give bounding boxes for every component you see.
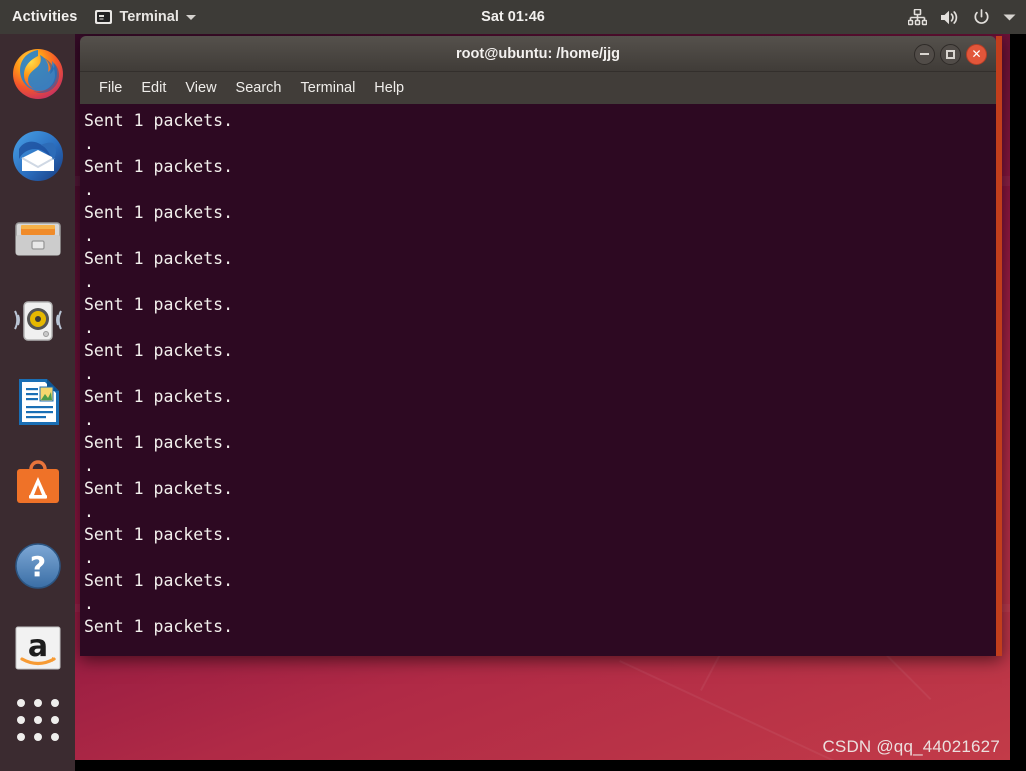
terminal-line: . (84, 364, 94, 383)
minimize-button[interactable] (914, 43, 935, 65)
terminal-line: Sent 1 packets. (84, 341, 234, 360)
chevron-down-icon (185, 14, 196, 20)
terminal-line: . (84, 226, 94, 245)
terminal-line: Sent 1 packets. (84, 571, 234, 590)
grid-dot (50, 716, 59, 724)
terminal-line: Sent 1 packets. (84, 525, 234, 544)
power-icon[interactable] (973, 8, 990, 26)
help-icon: ? (14, 543, 61, 589)
dock-item-libreoffice-writer[interactable] (10, 374, 66, 430)
terminal-line: . (84, 180, 94, 199)
app-indicator-label: Terminal (119, 9, 179, 25)
menu-item-view[interactable]: View (178, 77, 223, 99)
menu-item-terminal[interactable]: Terminal (294, 77, 363, 99)
svg-text:?: ? (29, 550, 45, 583)
terminal-body[interactable]: Sent 1 packets.. Sent 1 packets.. Sent 1 p… (80, 104, 996, 656)
terminal-line: . (84, 594, 94, 613)
terminal-line: Sent 1 packets. (84, 111, 234, 130)
volume-icon[interactable] (940, 9, 960, 26)
ubuntu-software-icon (16, 460, 59, 503)
terminal-line: . (84, 456, 94, 475)
terminal-line: Sent 1 packets. (84, 157, 234, 176)
terminal-titlebar[interactable]: root@ubuntu: /home/jjg ✕ (80, 36, 996, 72)
terminal-line: Sent 1 packets. (84, 617, 234, 636)
close-button[interactable]: ✕ (966, 43, 987, 65)
close-icon: ✕ (971, 47, 982, 61)
dock-item-rhythmbox[interactable] (10, 292, 66, 348)
files-icon (14, 222, 61, 256)
maximize-icon (946, 49, 955, 59)
top-bar: Activities Terminal Sat 01:46 (0, 0, 1026, 34)
terminal-line: Sent 1 packets. (84, 433, 234, 452)
firefox-icon (12, 49, 63, 99)
grid-dot (33, 733, 42, 741)
dock-item-help[interactable]: ? (10, 538, 66, 594)
terminal-line: Sent 1 packets. (84, 295, 234, 314)
terminal-line: Sent 1 packets. (84, 249, 234, 268)
grid-dot (16, 716, 25, 724)
network-wired-icon[interactable] (908, 8, 927, 26)
app-indicator-terminal[interactable]: Terminal (87, 0, 203, 34)
dock: ? a (0, 34, 75, 771)
terminal-line: Sent 1 packets. (84, 387, 234, 406)
dock-item-thunderbird[interactable] (10, 128, 66, 184)
menu-item-file[interactable]: File (92, 77, 129, 99)
rhythmbox-icon (13, 301, 62, 341)
window-controls: ✕ (914, 36, 987, 72)
terminal-line: . (84, 272, 94, 291)
svg-text:a: a (27, 629, 47, 664)
terminal-window: root@ubuntu: /home/jjg ✕ File Edit View … (80, 36, 1002, 656)
grid-dot (16, 699, 25, 707)
libreoffice-writer-icon (18, 379, 59, 425)
dock-item-ubuntu-software[interactable] (10, 456, 66, 512)
dock-item-amazon[interactable]: a (10, 620, 66, 676)
system-tray (908, 0, 1016, 34)
chevron-down-icon[interactable] (1003, 13, 1016, 22)
grid-dot (16, 733, 25, 741)
activities-button[interactable]: Activities (0, 0, 87, 34)
dock-item-files[interactable] (10, 210, 66, 266)
terminal-line: . (84, 502, 94, 521)
grid-dot (33, 699, 42, 707)
grid-dot (33, 716, 42, 724)
thunderbird-icon (12, 131, 63, 181)
grid-dot (50, 699, 59, 707)
minimize-icon (920, 53, 929, 55)
maximize-button[interactable] (940, 43, 961, 65)
terminal-line: Sent 1 packets. (84, 479, 234, 498)
terminal-line: . (84, 134, 94, 153)
activities-label: Activities (12, 9, 78, 25)
watermark: CSDN @qq_44021627 (822, 737, 1000, 756)
dock-item-firefox[interactable] (10, 46, 66, 102)
terminal-menubar: File Edit View Search Terminal Help (80, 72, 996, 104)
menu-item-help[interactable]: Help (367, 77, 411, 99)
window-title: root@ubuntu: /home/jjg (456, 45, 620, 62)
amazon-icon: a (15, 626, 60, 670)
terminal-output[interactable]: Sent 1 packets.. Sent 1 packets.. Sent 1 p… (80, 104, 996, 656)
terminal-icon (95, 10, 113, 24)
terminal-line: Sent 1 packets. (84, 203, 234, 222)
menu-item-edit[interactable]: Edit (134, 77, 173, 99)
grid-dot (50, 733, 59, 741)
menu-item-search[interactable]: Search (229, 77, 289, 99)
desktop-screen: Activities Terminal Sat 01:46 ? a root@u… (0, 0, 1026, 771)
terminal-line: . (84, 410, 94, 429)
terminal-line: . (84, 548, 94, 567)
show-applications-button[interactable] (15, 697, 61, 743)
terminal-line: . (84, 318, 94, 337)
